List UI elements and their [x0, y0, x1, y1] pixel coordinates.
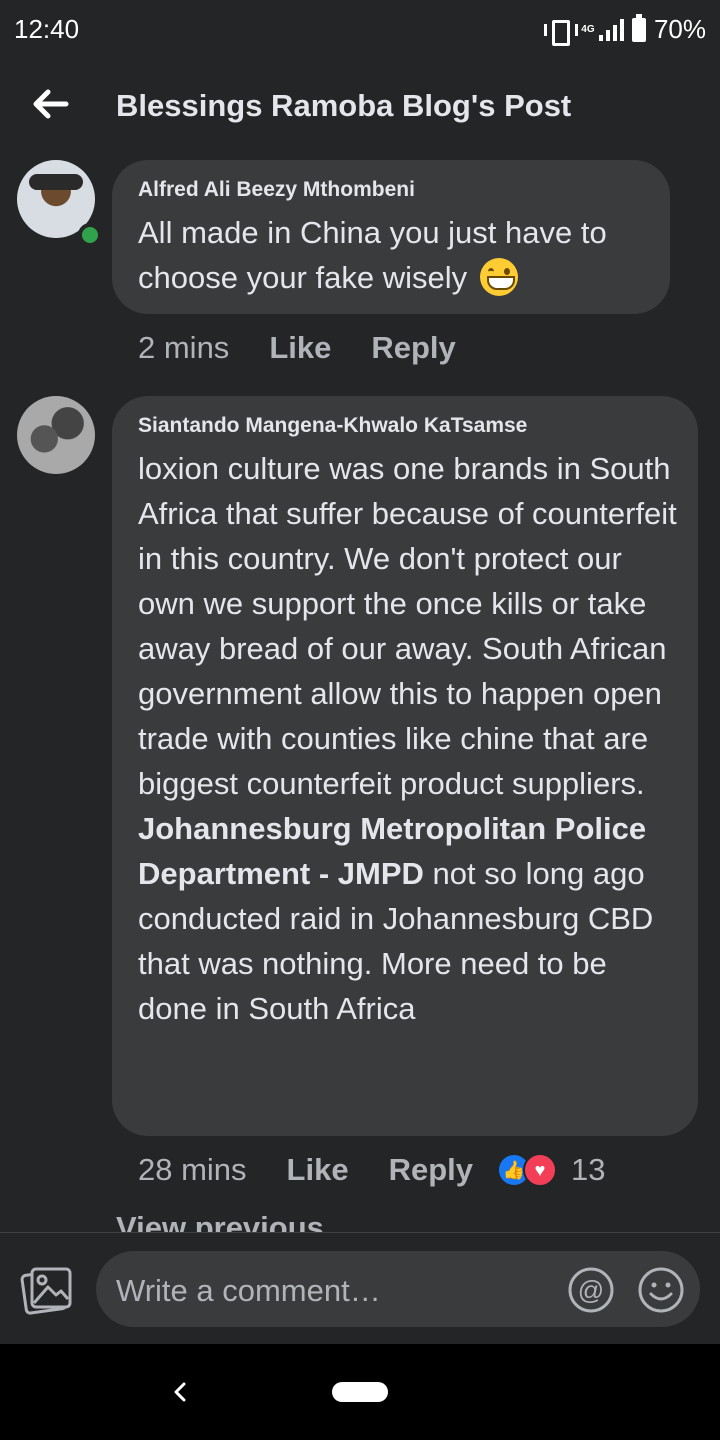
post-header: Blessings Ramoba Blog's Post — [0, 62, 720, 150]
comment-time: 2 mins — [138, 330, 230, 365]
comment-actions: 2 mins Like Reply — [138, 330, 496, 366]
network-type: 4G — [581, 23, 595, 35]
comment-text: All made in China you just have to choos… — [138, 215, 607, 296]
system-nav-bar — [0, 1344, 720, 1440]
reaction-summary[interactable]: 👍 ♥ 13 — [497, 1152, 605, 1188]
svg-text:@: @ — [578, 1275, 604, 1305]
back-arrow-icon[interactable] — [28, 82, 72, 126]
heart-icon: ♥ — [523, 1153, 557, 1187]
avatar[interactable] — [17, 396, 95, 474]
online-status-dot — [78, 223, 102, 247]
comment-author[interactable]: Siantando Mangena-Khwalo KaTsamse — [138, 414, 527, 438]
nav-back-icon[interactable] — [168, 1374, 192, 1410]
battery-icon — [631, 13, 646, 42]
comment-bubble[interactable]: Siantando Mangena-Khwalo KaTsamse loxion… — [112, 396, 698, 1136]
reaction-count: 13 — [571, 1152, 606, 1187]
status-time: 12:40 — [14, 14, 80, 44]
like-button[interactable]: Like — [287, 1152, 349, 1188]
comment-time: 28 mins — [138, 1152, 247, 1187]
home-pill-button[interactable] — [332, 1382, 388, 1402]
battery-level: 70% — [653, 14, 706, 44]
comment-input[interactable]: Write a comment… @ — [96, 1251, 700, 1327]
page-title: Blessings Ramoba Blog's Post — [116, 88, 572, 123]
grinning-emoji-icon — [479, 258, 518, 296]
signal-icon — [598, 18, 624, 41]
photo-icon[interactable] — [20, 1263, 74, 1317]
comment-placeholder: Write a comment… — [116, 1273, 381, 1308]
emoji-picker-icon[interactable] — [636, 1265, 686, 1315]
comment-bubble[interactable]: Alfred Ali Beezy Mthombeni All made in C… — [112, 160, 670, 314]
vibrate-icon — [543, 18, 578, 46]
comment-text: loxion culture was one brands in South A… — [138, 451, 677, 1026]
mention-icon[interactable]: @ — [566, 1265, 616, 1315]
like-button[interactable]: Like — [269, 330, 331, 366]
comment-actions: 28 mins Like Reply 👍 ♥ 13 — [138, 1152, 605, 1188]
status-icons: 4G 70% — [543, 13, 706, 46]
reply-button[interactable]: Reply — [389, 1152, 473, 1188]
comment-composer: Write a comment… @ — [0, 1232, 720, 1344]
view-previous-replies-link[interactable]: View previous replies — [116, 1210, 416, 1232]
status-bar: 12:40 4G 70% — [0, 0, 720, 62]
comment-author[interactable]: Alfred Ali Beezy Mthombeni — [138, 178, 415, 202]
reply-button[interactable]: Reply — [371, 330, 455, 366]
